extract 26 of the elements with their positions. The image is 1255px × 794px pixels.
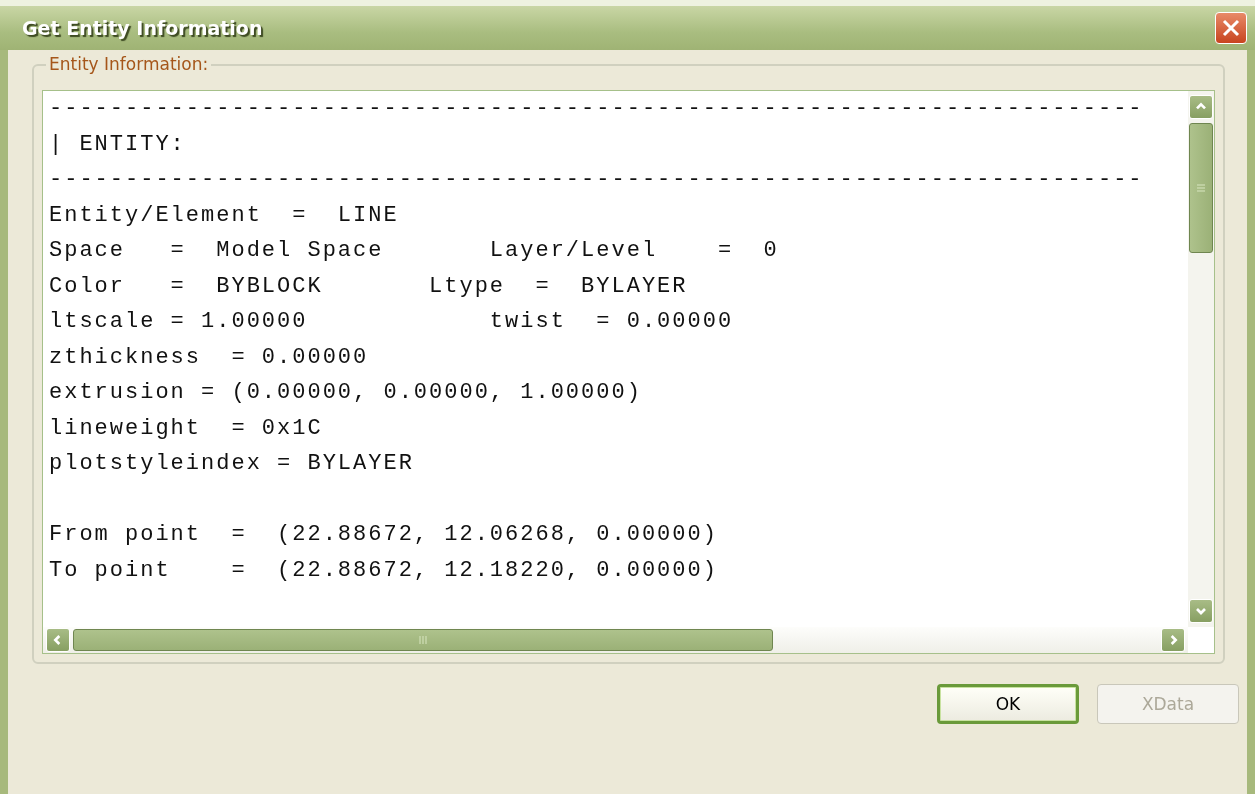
vertical-scrollbar[interactable] xyxy=(1188,91,1214,627)
info-line: Color = BYBLOCK Ltype = BYLAYER xyxy=(49,272,689,301)
info-line: plotstyleindex = BYLAYER xyxy=(49,450,415,478)
info-line: Space = Model Space Layer/Level = 0 xyxy=(49,237,780,265)
scroll-thumb[interactable] xyxy=(1189,123,1213,253)
dialog-button[interactable]: OK xyxy=(937,684,1079,724)
close-icon xyxy=(1221,18,1241,38)
info-line: Entity/Element = LINE xyxy=(49,201,400,230)
info-line: extrusion = (0.00000, 0.00000, 1.00000) xyxy=(49,379,643,407)
close-button[interactable] xyxy=(1215,12,1247,44)
info-line: From point = (22.88672, 12.06268, 0.00000) xyxy=(49,521,719,549)
scroll-right-button[interactable] xyxy=(1161,628,1185,652)
scroll-thumb[interactable] xyxy=(73,629,773,651)
info-line: ltscale = 1.00000 twist = 0.00000 xyxy=(49,308,735,336)
info-line: zthickness = 0.00000 xyxy=(49,343,370,372)
info-line: ------------------------------------------------------------------------ xyxy=(49,95,1145,123)
scroll-down-button[interactable] xyxy=(1189,599,1213,623)
horizontal-scrollbar[interactable] xyxy=(43,627,1188,653)
scroll-left-button[interactable] xyxy=(46,628,70,652)
info-line: ------------------------------------------------------------------------ xyxy=(49,166,1145,194)
info-line: To point = (22.88672, 12.18220, 0.00000) xyxy=(49,556,719,585)
group-label: Entity Information: xyxy=(46,54,212,74)
window-title: Get Entity Information xyxy=(22,17,263,39)
info-line: | ENTITY: xyxy=(49,130,187,159)
scroll-up-button[interactable] xyxy=(1189,95,1213,119)
info-line: lineweight = 0x1C xyxy=(49,414,324,443)
